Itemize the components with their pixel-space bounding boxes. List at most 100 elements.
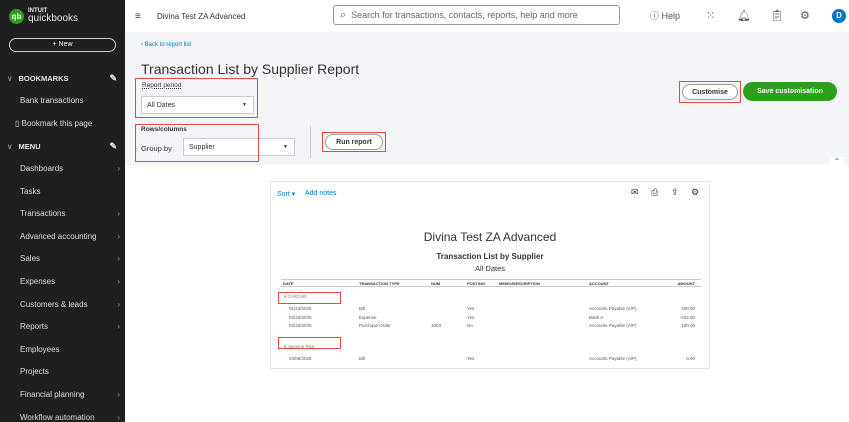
table-row[interactable]: 04/08/2025 Bill Yes Accounts Payable (A/P) 0… (281, 356, 701, 364)
sidebar-item-label: Projects (20, 367, 49, 377)
chevron-down-icon: ∨ (7, 142, 13, 151)
column-header[interactable]: NUM (431, 281, 440, 286)
sidebar-item-customers-leads[interactable]: Customers & leads › (20, 300, 120, 309)
sidebar-item-tasks[interactable]: Tasks (20, 187, 120, 196)
quickbooks-logo[interactable]: qb INTUIT quickbooks (9, 8, 78, 24)
report-company: Divina Test ZA Advanced (423, 230, 557, 244)
table-cell: 02/20/2025 (289, 323, 312, 328)
chevron-right-icon: › (117, 231, 120, 241)
table-cell: Yes (467, 355, 475, 361)
collapse-chevron-up-icon[interactable]: ⌃ (830, 157, 844, 169)
bookmark-this-page[interactable]: ▯ Bookmark this page (15, 119, 115, 128)
add-notes-link[interactable]: Add notes (305, 190, 337, 197)
highlight-box (135, 124, 259, 162)
top-bar: ≡ Divina Test ZA Advanced ⌕ Search for tr… (125, 0, 849, 32)
sidebar-item-sales[interactable]: Sales › (20, 254, 120, 263)
menu-section[interactable]: ∨ MENU ✎ (7, 141, 117, 152)
sidebar-item-label: Expenses (20, 277, 56, 286)
email-icon[interactable]: ✉ (631, 187, 639, 198)
column-header[interactable]: AMOUNT (677, 281, 695, 286)
sidebar-item-reports[interactable]: Reports › (20, 322, 120, 331)
qb-logo-icon: qb (9, 8, 24, 24)
sort-button[interactable]: Sort ▾ (277, 190, 295, 198)
menu-toggle-icon[interactable]: ≡ (135, 11, 141, 22)
table-cell: Bill (359, 355, 366, 361)
back-to-report-list-link[interactable]: ‹ Back to report list (141, 42, 191, 48)
table-cell: Accounts Payable (A/P) (589, 323, 637, 328)
divider (310, 126, 311, 158)
column-header[interactable]: DATE (283, 281, 294, 286)
sidebar-item-projects[interactable]: Projects (20, 367, 120, 376)
highlight-box (278, 292, 341, 304)
table-cell: No (467, 323, 473, 328)
bell-icon[interactable]: 🔔︎ (737, 9, 751, 22)
chevron-right-icon: › (117, 209, 120, 219)
table-cell: 1003 (431, 323, 442, 328)
sidebar-item-label: Employees (20, 344, 60, 354)
table-cell: Purchase Order (359, 323, 391, 328)
sidebar-item-expenses[interactable]: Expenses › (20, 277, 120, 286)
sidebar-item-transactions[interactable]: Transactions › (20, 209, 120, 218)
chevron-down-icon: ∨ (7, 74, 13, 83)
bookmarks-label: BOOKMARKS (18, 74, 69, 83)
highlight-box (278, 337, 341, 349)
column-header[interactable]: POSTING (467, 281, 485, 286)
avatar[interactable]: D (832, 9, 846, 23)
sidebar-item-label: Customers & leads (20, 299, 88, 309)
table-cell: Bill (359, 306, 366, 311)
chevron-right-icon: › (117, 390, 120, 399)
chevron-right-icon: › (117, 322, 120, 332)
table-cell: Yes (467, 314, 475, 320)
company-name: Divina Test ZA Advanced (157, 11, 246, 21)
pencil-icon[interactable]: ✎ (109, 141, 117, 152)
table-header: DATE TRANSACTION TYPE NUM POSTING MEMO/DESCR… (281, 279, 701, 287)
export-icon[interactable]: ⇪ (671, 187, 679, 198)
gear-icon[interactable]: ⚙ (691, 187, 699, 198)
clipboard-icon[interactable]: 📋︎ (770, 9, 784, 22)
sidebar-item-label: Bank transactions (20, 96, 84, 105)
sidebar-item-financial-planning[interactable]: Financial planning › (20, 390, 120, 399)
menu-label: MENU (18, 142, 41, 151)
apps-grid-icon[interactable]: ⁙ (706, 9, 715, 22)
sidebar-item-bank-transactions[interactable]: Bank transactions (20, 96, 120, 105)
table-row[interactable]: 02/20/2025 Expense Yes Bank A -222.00 (281, 315, 701, 323)
table-cell: 02/20/2025 (289, 314, 312, 320)
chevron-right-icon: › (117, 277, 120, 286)
table-cell: -222.00 (679, 314, 695, 320)
highlight-box (135, 78, 258, 118)
brand-name: quickbooks (28, 13, 79, 24)
column-header[interactable]: MEMO/DESCRIPTION (499, 281, 540, 286)
sidebar-item-label: Sales (20, 254, 41, 264)
column-header[interactable]: TRANSACTION TYPE (359, 281, 400, 286)
new-button[interactable]: + New (9, 38, 116, 52)
search-icon: ⌕ (340, 8, 347, 21)
bookmark-icon: ▯ (15, 119, 22, 128)
table-cell: Accounts Payable (A/P) (589, 355, 637, 361)
chevron-right-icon: › (117, 412, 120, 422)
highlight-box (322, 132, 386, 152)
sidebar-item-advanced-accounting[interactable]: Advanced accounting › (20, 232, 120, 241)
table-row[interactable]: 02/20/2025 Purchase Order 1003 No Accounts P… (281, 323, 701, 331)
chevron-right-icon: › (117, 299, 120, 309)
sidebar-item-workflow-automation[interactable]: Workflow automation › (20, 413, 120, 422)
search-input[interactable]: ⌕ Search for transactions, contacts, repo… (333, 5, 620, 25)
print-icon[interactable]: ⎙ (651, 187, 658, 198)
sidebar-item-dashboards[interactable]: Dashboards › (20, 164, 120, 173)
pencil-icon[interactable]: ✎ (109, 73, 117, 84)
help-button[interactable]: ⓘ Help (650, 9, 680, 22)
bookmarks-section[interactable]: ∨ BOOKMARKS ✎ (7, 73, 117, 84)
report-title: Transaction List by Supplier (436, 252, 544, 261)
table-cell: 01/23/2025 (289, 306, 312, 311)
sidebar-item-label: Tasks (20, 186, 41, 196)
column-header[interactable]: ACCOUNT (589, 281, 609, 286)
table-row[interactable]: 01/23/2025 Bill Yes Accounts Payable (A/P) 2… (281, 306, 701, 314)
table-cell: Accounts Payable (A/P) (589, 306, 637, 311)
gear-icon[interactable]: ⚙ (800, 9, 810, 22)
sidebar-item-employees[interactable]: Employees (20, 345, 120, 354)
report-period: All Dates (474, 264, 505, 273)
sidebar-item-label: Bookmark this page (21, 119, 93, 128)
table-cell: Yes (467, 306, 475, 311)
highlight-box (679, 81, 741, 103)
table-cell: Expense (359, 314, 377, 320)
save-customisation-button[interactable]: Save customisation (743, 82, 837, 101)
